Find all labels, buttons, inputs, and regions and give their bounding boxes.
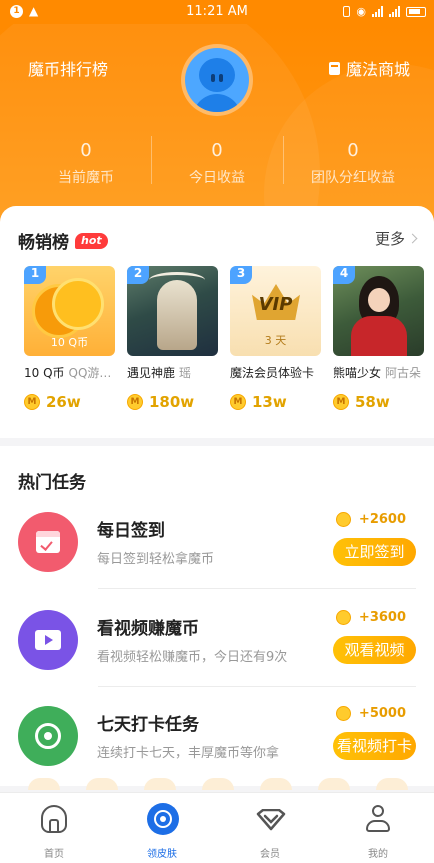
coin-icon: [335, 706, 351, 721]
product-card[interactable]: 4 熊喵少女 阿古朵 M 58w: [333, 266, 424, 411]
more-label: 更多: [374, 230, 405, 248]
divider: [98, 686, 416, 687]
sign-in-button[interactable]: 立即签到: [333, 538, 416, 566]
status-right: ◉: [343, 5, 426, 18]
divider: [98, 588, 416, 589]
product-card[interactable]: 10 Q币 1 10 Q币 QQ游… M 26w: [24, 266, 115, 411]
stat-label: 当前魔币: [58, 170, 114, 186]
home-icon: [39, 805, 69, 835]
user-icon: [363, 805, 393, 835]
vibrate-icon: [343, 6, 351, 17]
more-link[interactable]: 更多: [374, 228, 418, 249]
product-price: M 58w: [333, 393, 424, 411]
stat-today-earnings: 0 今日收益: [145, 140, 289, 187]
stat-divider: [283, 136, 284, 184]
rank-badge: 3: [230, 266, 252, 284]
stat-team-dividend: 0 团队分红收益: [281, 140, 425, 187]
task-name: 七天打卡任务: [97, 715, 199, 735]
coin-icon: M: [333, 394, 349, 410]
product-image-caption: 10 Q币: [50, 336, 89, 349]
task-item: 看视频赚魔币 看视频轻松赚魔币，今日还有9次 +3600 观看视频: [0, 594, 434, 690]
stat-value: 0: [80, 140, 92, 161]
bestseller-title: 畅销榜 hot: [18, 228, 108, 253]
signal-icon-2: [389, 6, 400, 17]
stat-current-coins: 0 当前魔币: [14, 140, 158, 187]
stat-label: 团队分红收益: [311, 170, 395, 186]
coin-ranking-link[interactable]: 魔币排行榜: [28, 56, 108, 80]
task-reward: +3600: [335, 610, 406, 625]
tab-mine[interactable]: 我的: [324, 793, 432, 863]
product-list: 10 Q币 1 10 Q币 QQ游… M 26w 2 遇见神鹿瑶 M 180w VIP…: [24, 266, 424, 411]
coin-icon: M: [230, 394, 246, 410]
profile-header: 魔币排行榜 魔法商城 0 当前魔币 0 今日收益 0 团队分红收益: [0, 24, 434, 224]
stat-value: 0: [347, 140, 359, 161]
tab-get-skins[interactable]: 领皮肤: [108, 793, 216, 863]
rank-badge: 1: [24, 266, 46, 284]
magic-shop-label: 魔法商城: [345, 60, 410, 79]
task-desc: 每日签到轻松拿魔币: [97, 552, 215, 567]
product-card[interactable]: VIP 3 天 3 魔法会员体验卡 M 13w: [230, 266, 321, 411]
task-desc: 连续打卡七天，丰厚魔币等你拿: [97, 746, 280, 761]
skin-icon: [147, 803, 179, 835]
hot-badge: hot: [75, 232, 108, 249]
stat-label: 今日收益: [189, 170, 245, 186]
tab-label: 领皮肤: [147, 849, 177, 860]
product-name: 遇见神鹿瑶: [127, 366, 192, 380]
bestseller-title-text: 畅销榜: [18, 233, 69, 253]
signal-icon: [372, 6, 383, 17]
product-image: 2: [127, 266, 218, 356]
diamond-icon: [255, 805, 286, 835]
product-price: M 180w: [127, 393, 218, 411]
task-item: 七天打卡任务 连续打卡七天，丰厚魔币等你拿 +5000 看视频打卡: [0, 690, 434, 786]
video-play-icon: [18, 610, 78, 670]
hot-tasks-section: 热门任务 每日签到 每日签到轻松拿魔币 +2600 立即签到 看视频赚魔币 看视…: [0, 446, 434, 786]
check-in-video-button[interactable]: 看视频打卡: [333, 732, 416, 760]
watch-video-button[interactable]: 观看视频: [333, 636, 416, 664]
product-name: 10 Q币 QQ游…: [24, 366, 112, 380]
location-pin-icon: [18, 706, 78, 766]
coin-icon: [335, 512, 351, 527]
chevron-right-icon: [407, 233, 418, 244]
bestseller-section: 畅销榜 hot 更多 10 Q币 1 10 Q币 QQ游… M 26w 2 遇见神鹿…: [0, 206, 434, 438]
tab-label: 我的: [368, 849, 388, 860]
rank-badge: 2: [127, 266, 149, 284]
product-image: 10 Q币 1: [24, 266, 115, 356]
hot-tasks-title: 热门任务: [18, 473, 86, 493]
battery-icon: [406, 6, 426, 17]
magic-shop-link[interactable]: 魔法商城: [328, 56, 410, 80]
product-image: 4: [333, 266, 424, 356]
tab-home[interactable]: 首页: [0, 793, 108, 863]
calendar-check-icon: [18, 512, 78, 572]
bottom-tab-bar: 首页 领皮肤 会员 我的: [0, 792, 434, 863]
tab-label: 首页: [44, 849, 64, 860]
product-card[interactable]: 2 遇见神鹿瑶 M 180w: [127, 266, 218, 411]
tab-vip[interactable]: 会员: [216, 793, 324, 863]
task-desc: 看视频轻松赚魔币，今日还有9次: [97, 650, 288, 665]
product-name: 魔法会员体验卡: [230, 366, 315, 380]
task-reward: +5000: [335, 706, 406, 721]
shop-bag-icon: [328, 61, 340, 75]
product-price: M 26w: [24, 393, 115, 411]
next-row-peek: [28, 778, 434, 790]
product-name: 熊喵少女 阿古朵: [333, 366, 422, 380]
product-image-caption: 3 天: [264, 334, 287, 347]
status-bar: 1 ▲ 11:21 AM ◉: [0, 0, 434, 24]
product-price: M 13w: [230, 393, 321, 411]
wifi-icon: ◉: [356, 5, 366, 18]
task-reward: +2600: [335, 512, 406, 527]
coin-icon: M: [127, 394, 143, 410]
coin-icon: M: [24, 394, 40, 410]
task-name: 每日签到: [97, 521, 165, 541]
coin-icon: [335, 610, 351, 625]
tab-label: 会员: [260, 849, 280, 860]
avatar[interactable]: [181, 44, 253, 116]
vip-label: VIP: [258, 294, 293, 315]
stat-value: 0: [211, 140, 223, 161]
task-name: 看视频赚魔币: [97, 619, 199, 639]
avatar-image: [185, 48, 249, 112]
product-image: VIP 3 天 3: [230, 266, 321, 356]
task-item: 每日签到 每日签到轻松拿魔币 +2600 立即签到: [0, 496, 434, 592]
rank-badge: 4: [333, 266, 355, 284]
